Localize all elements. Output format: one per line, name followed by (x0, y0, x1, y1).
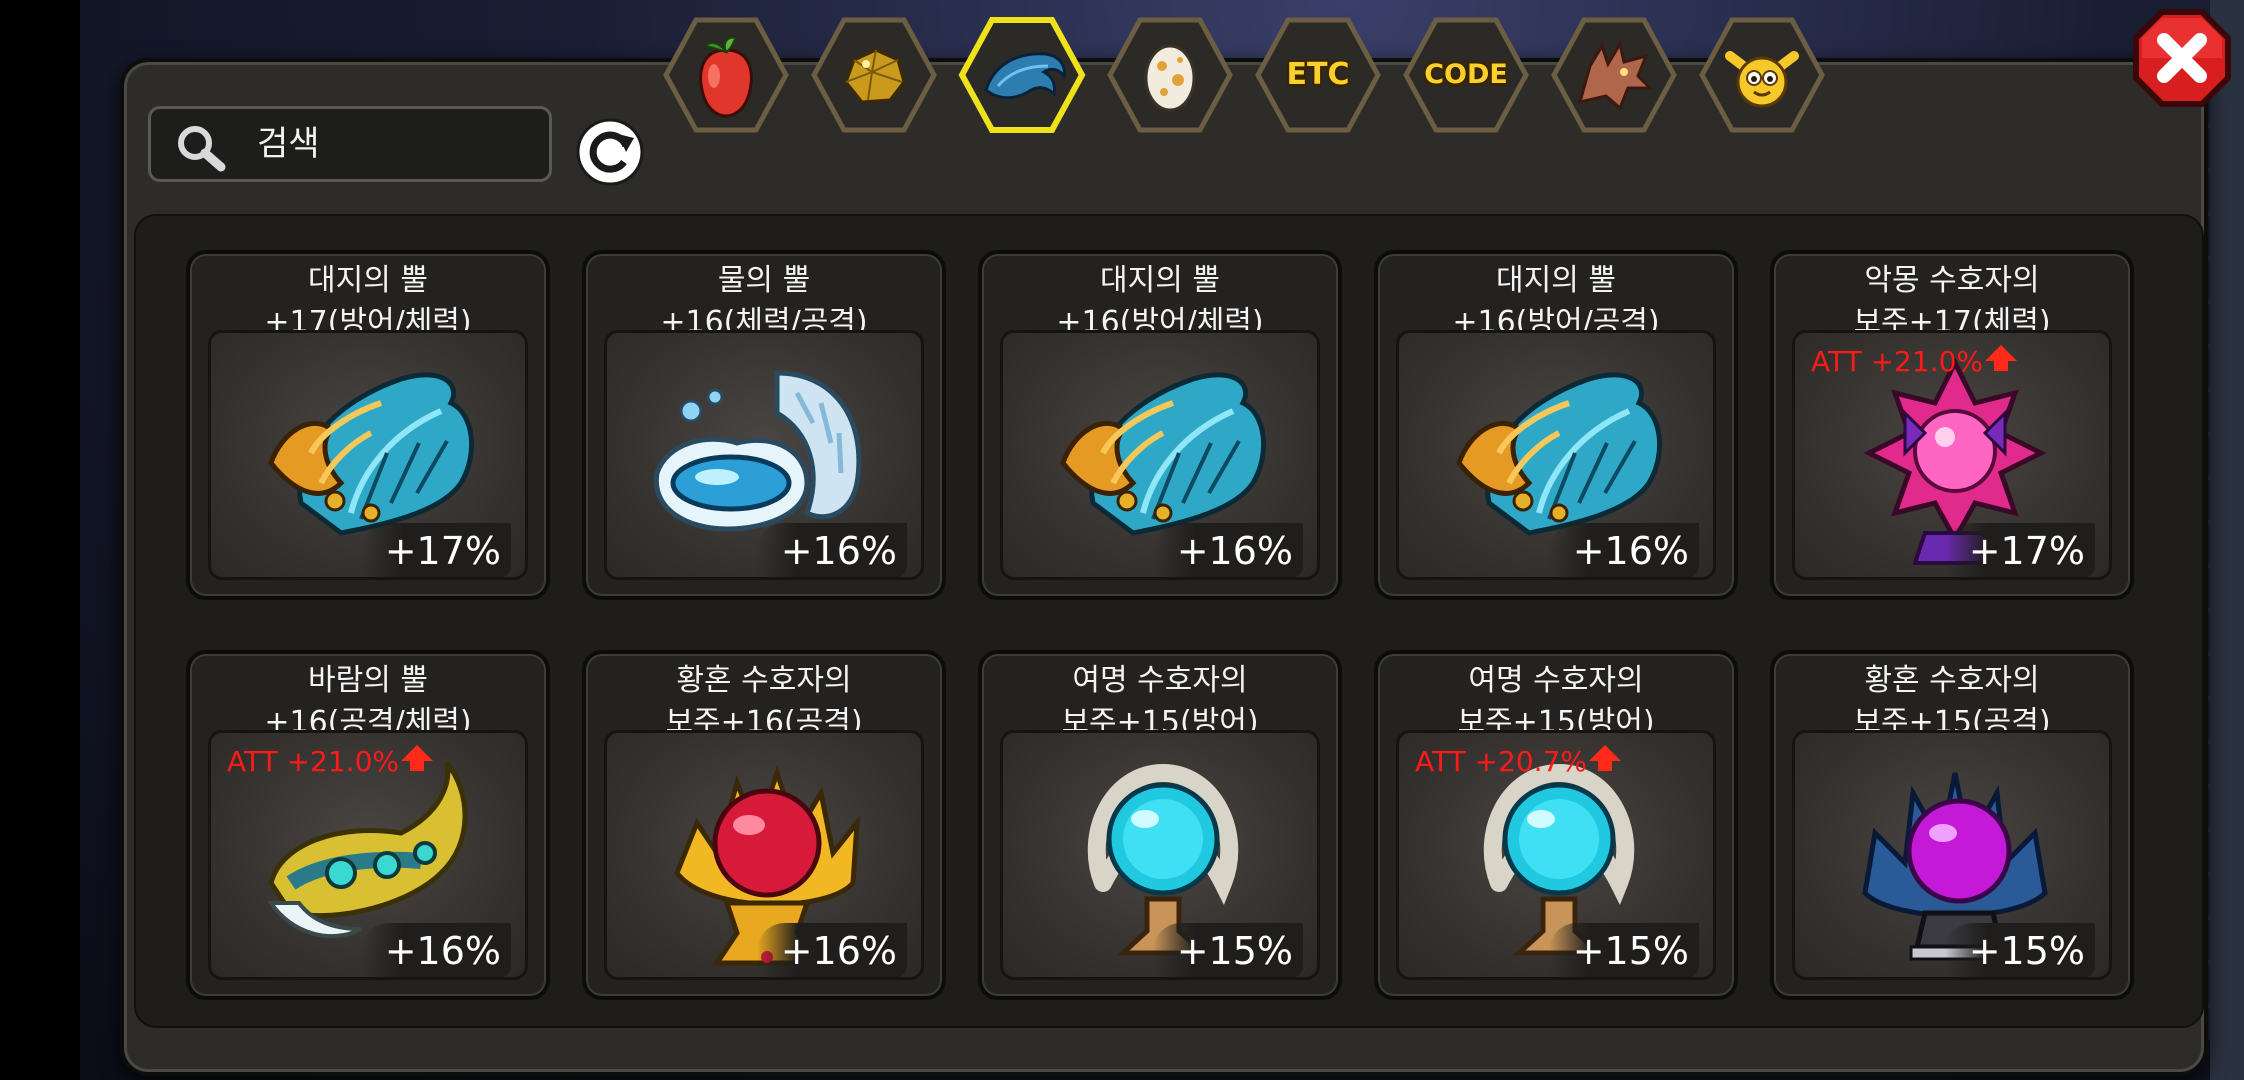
screen-edge-right (2210, 0, 2244, 1080)
item-card[interactable]: 황혼 수호자의 보주+15(공격) +15% (1770, 650, 2134, 1000)
item-percent: +16% (1153, 523, 1303, 577)
screen-edge (0, 0, 80, 1080)
tab-egg[interactable] (1106, 16, 1234, 134)
tab-etc-label: ETC (1286, 57, 1350, 92)
item-percent: +15% (1945, 923, 2095, 977)
item-percent: +16% (757, 923, 907, 977)
pet-icon (1699, 17, 1825, 133)
att-bonus-label: ATT +21.0% (227, 745, 434, 778)
item-card[interactable]: 물의 뿔 +16(체력/공격) +16% (582, 250, 946, 600)
arrow-up-icon (401, 745, 434, 771)
search-input[interactable]: 검색 (257, 109, 320, 179)
tab-etc[interactable]: ETC (1254, 16, 1382, 134)
item-percent: +15% (1153, 923, 1303, 977)
item-image: +16% (604, 330, 924, 580)
att-bonus-text: ATT +20.7% (1415, 745, 1588, 778)
search-icon (178, 126, 226, 172)
arrow-up-icon (1985, 345, 2018, 371)
dragon-icon (1551, 17, 1677, 133)
item-image: +15% (1000, 730, 1320, 980)
close-icon (2133, 9, 2231, 107)
blue-horn-icon (958, 17, 1086, 133)
tab-ore[interactable] (810, 16, 938, 134)
item-percent: +17% (361, 523, 511, 577)
item-image: +16% (1396, 330, 1716, 580)
tab-code[interactable]: CODE (1402, 16, 1530, 134)
att-bonus-label: ATT +20.7% (1415, 745, 1622, 778)
tab-code-label: CODE (1424, 59, 1508, 90)
att-bonus-label: ATT +21.0% (1811, 345, 2018, 378)
tab-dragon[interactable] (1550, 16, 1678, 134)
gold-ore-icon (811, 17, 937, 133)
item-card[interactable]: 바람의 뿔 +16(공격/체력) ATT +21.0% +16% (186, 650, 550, 1000)
item-card[interactable]: 악몽 수호자의 보주+17(체력) ATT +21.0% +17% (1770, 250, 2134, 600)
item-percent: +16% (361, 923, 511, 977)
item-image: ATT +20.7% +15% (1396, 730, 1716, 980)
item-image: ATT +21.0% +17% (1792, 330, 2112, 580)
att-bonus-text: ATT +21.0% (227, 745, 400, 778)
item-card[interactable]: 대지의 뿔 +16(방어/체력) +16% (978, 250, 1342, 600)
att-bonus-text: ATT +21.0% (1811, 345, 1984, 378)
close-button[interactable] (2132, 8, 2232, 108)
item-percent: +17% (1945, 523, 2095, 577)
item-card[interactable]: 대지의 뿔 +16(방어/공격) +16% (1374, 250, 1738, 600)
item-card[interactable]: 황혼 수호자의 보주+16(공격) +16% (582, 650, 946, 1000)
item-card[interactable]: 여명 수호자의 보주+15(방어) ATT +20.7% +15% (1374, 650, 1738, 1000)
item-image: +17% (208, 330, 528, 580)
item-percent: +15% (1549, 923, 1699, 977)
fruit-icon (663, 17, 789, 133)
item-image: ATT +21.0% +16% (208, 730, 528, 980)
item-image: +15% (1792, 730, 2112, 980)
item-percent: +16% (757, 523, 907, 577)
item-image: +16% (604, 730, 924, 980)
search-box[interactable]: 검색 (148, 106, 552, 182)
egg-icon (1107, 17, 1233, 133)
item-card[interactable]: 여명 수호자의 보주+15(방어) +15% (978, 650, 1342, 1000)
tab-horn[interactable] (958, 16, 1086, 134)
item-card[interactable]: 대지의 뿔 +17(방어/체력) +17% (186, 250, 550, 600)
item-percent: +16% (1549, 523, 1699, 577)
item-grid: 대지의 뿔 +17(방어/체력) +17% 물의 뿔 +16(체력/공격) +16… (134, 214, 2204, 1028)
item-image: +16% (1000, 330, 1320, 580)
arrow-up-icon (1589, 745, 1622, 771)
tab-fruit[interactable] (662, 16, 790, 134)
refresh-icon[interactable] (574, 116, 646, 188)
tab-pet[interactable] (1698, 16, 1826, 134)
